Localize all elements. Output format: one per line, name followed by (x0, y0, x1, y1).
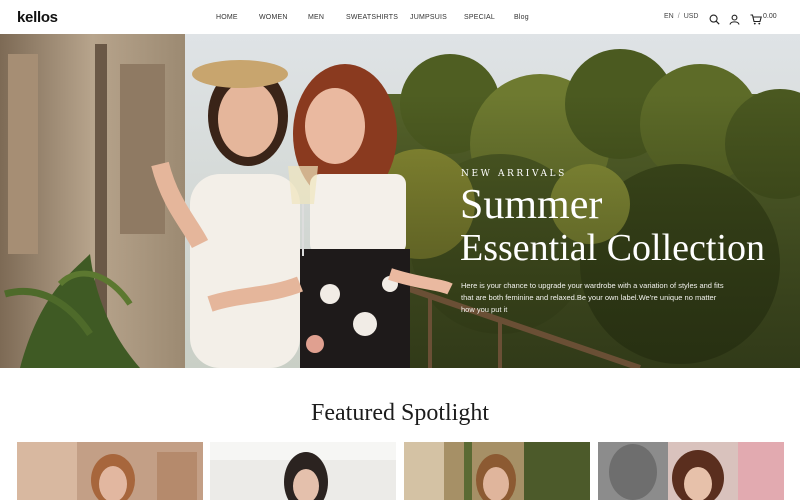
hero-title-line-2: Essential Collection (460, 227, 766, 269)
logo[interactable]: kellos (17, 9, 58, 26)
spotlight-image-1 (17, 442, 203, 500)
spotlight-card-1[interactable] (17, 442, 203, 500)
hero-eyebrow: NEW ARRIVALS (461, 169, 567, 179)
spotlight-card-2[interactable] (210, 442, 396, 500)
spotlight-card-4[interactable] (598, 442, 784, 500)
hero-image (0, 34, 800, 368)
nav-item-men[interactable]: MEN (308, 14, 324, 21)
hero-title-line-1: Summer (460, 182, 603, 228)
hero-description: Here is your chance to upgrade your ward… (461, 281, 724, 314)
hero-banner[interactable]: NEW ARRIVALS Summer Essential Collection… (0, 34, 800, 368)
spotlight-image-2 (210, 442, 396, 500)
spotlight-image-3 (404, 442, 590, 500)
nav-item-jumpsuis[interactable]: JUMPSUIS (410, 14, 447, 21)
nav-item-special[interactable]: SPECIAL (464, 14, 495, 21)
nav-item-home[interactable]: HOME (216, 14, 238, 21)
cart-total[interactable]: 0.00 (763, 13, 777, 20)
spotlight-card-3[interactable] (404, 442, 590, 500)
cart-icon[interactable] (750, 12, 762, 25)
featured-spotlight-title: Featured Spotlight (311, 400, 489, 426)
currency-selector[interactable]: USD (684, 13, 699, 20)
nav-item-women[interactable]: WOMEN (259, 14, 288, 21)
language-selector[interactable]: EN (664, 13, 674, 20)
switcher-separator: / (677, 13, 680, 20)
search-icon[interactable] (709, 12, 720, 25)
nav-item-blog[interactable]: Blog (514, 14, 529, 21)
site-header: kellos HOME WOMEN MEN SWEATSHIRTS JUMPSU… (0, 0, 800, 34)
language-currency-switcher: EN / USD (664, 13, 698, 20)
spotlight-image-4 (598, 442, 784, 500)
nav-item-sweatshirts[interactable]: SWEATSHIRTS (346, 14, 398, 21)
user-icon[interactable] (729, 12, 740, 25)
